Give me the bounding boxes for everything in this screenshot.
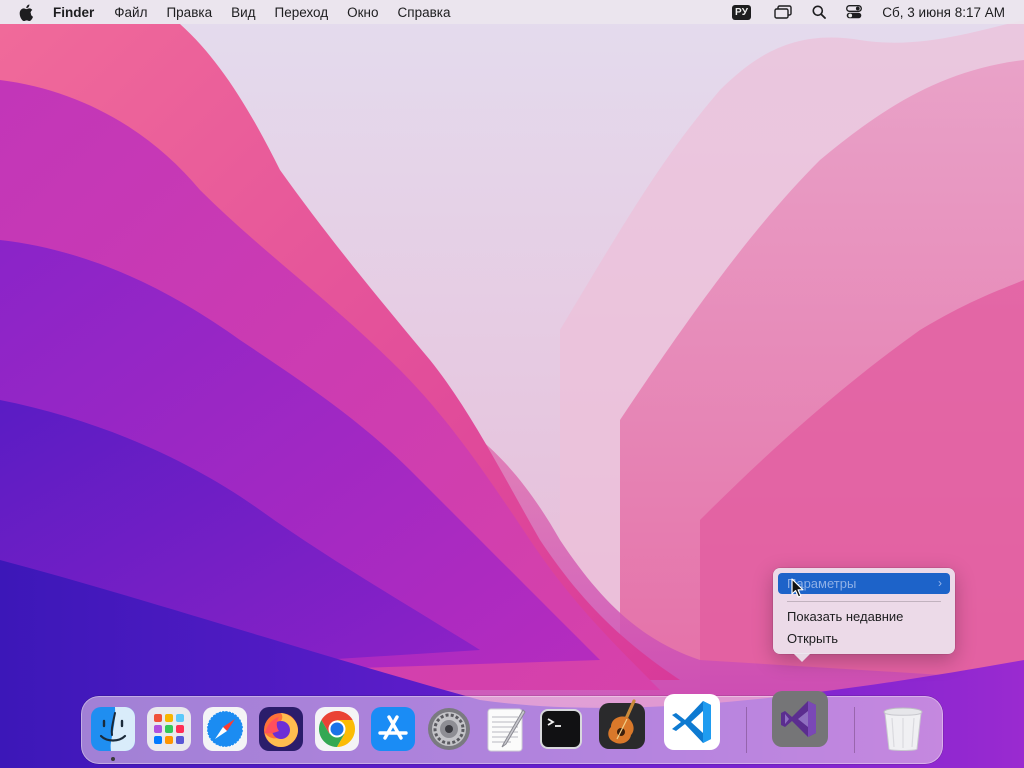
launchpad-icon [147, 707, 191, 751]
menu-bar-clock[interactable]: Сб, 3 июня 8:17 AM [882, 5, 1005, 20]
dock-separator [746, 707, 747, 753]
menu-help[interactable]: Справка [398, 5, 451, 20]
app-menu-finder[interactable]: Finder [53, 5, 94, 20]
menu-bar: Finder Файл Правка Вид Переход Окно Спра… [0, 0, 1024, 24]
firefox-icon [259, 707, 303, 751]
dock-separator [854, 707, 855, 753]
dock-app-visual-studio[interactable] [770, 689, 830, 749]
context-menu-separator [787, 601, 941, 602]
chevron-right-icon: › [938, 576, 942, 590]
garageband-icon [599, 699, 645, 749]
dock-app-launchpad[interactable] [145, 705, 193, 753]
visual-studio-icon [772, 691, 828, 747]
terminal-icon [540, 709, 582, 749]
textedit-icon [487, 708, 526, 752]
context-menu-item-label: Показать недавние [787, 609, 904, 624]
safari-icon [203, 707, 247, 751]
mouse-cursor-icon [791, 578, 804, 598]
dock-app-vscode[interactable] [663, 693, 721, 751]
menu-file[interactable]: Файл [114, 5, 147, 20]
context-menu-item-label: Открыть [787, 631, 839, 646]
dock-app-terminal[interactable] [537, 705, 585, 753]
dock [81, 691, 943, 764]
vscode-icon [664, 694, 720, 750]
menu-go[interactable]: Переход [275, 5, 329, 20]
spotlight-search-icon[interactable] [812, 5, 827, 19]
dock-app-safari[interactable] [201, 705, 249, 753]
dock-app-firefox[interactable] [257, 705, 305, 753]
dock-app-system-settings[interactable] [425, 705, 473, 753]
input-source-badge[interactable]: РУ [731, 4, 752, 20]
context-menu-item-open[interactable]: Открыть [778, 628, 950, 649]
menu-view[interactable]: Вид [231, 5, 255, 20]
context-menu-pointer [793, 653, 811, 662]
app-store-icon [371, 707, 415, 751]
finder-icon [91, 707, 135, 751]
system-settings-icon [428, 708, 470, 750]
dock-app-garageband[interactable] [597, 699, 647, 753]
dock-app-finder[interactable] [89, 705, 137, 753]
context-menu-item-show-recents[interactable]: Показать недавние [778, 606, 950, 627]
dock-app-chrome[interactable] [313, 705, 361, 753]
dock-trash[interactable] [879, 705, 927, 753]
menu-edit[interactable]: Правка [166, 5, 212, 20]
chrome-icon [315, 707, 359, 751]
menu-window[interactable]: Окно [347, 5, 378, 20]
trash-icon [883, 707, 923, 751]
apple-menu-icon[interactable] [19, 3, 35, 21]
dock-app-app-store[interactable] [369, 705, 417, 753]
running-indicator [111, 757, 115, 761]
control-center-icon[interactable] [846, 5, 863, 19]
desktop[interactable]: Finder Файл Правка Вид Переход Окно Спра… [0, 0, 1024, 768]
dock-app-textedit[interactable] [481, 705, 529, 753]
screen-mirroring-icon[interactable] [774, 5, 792, 19]
